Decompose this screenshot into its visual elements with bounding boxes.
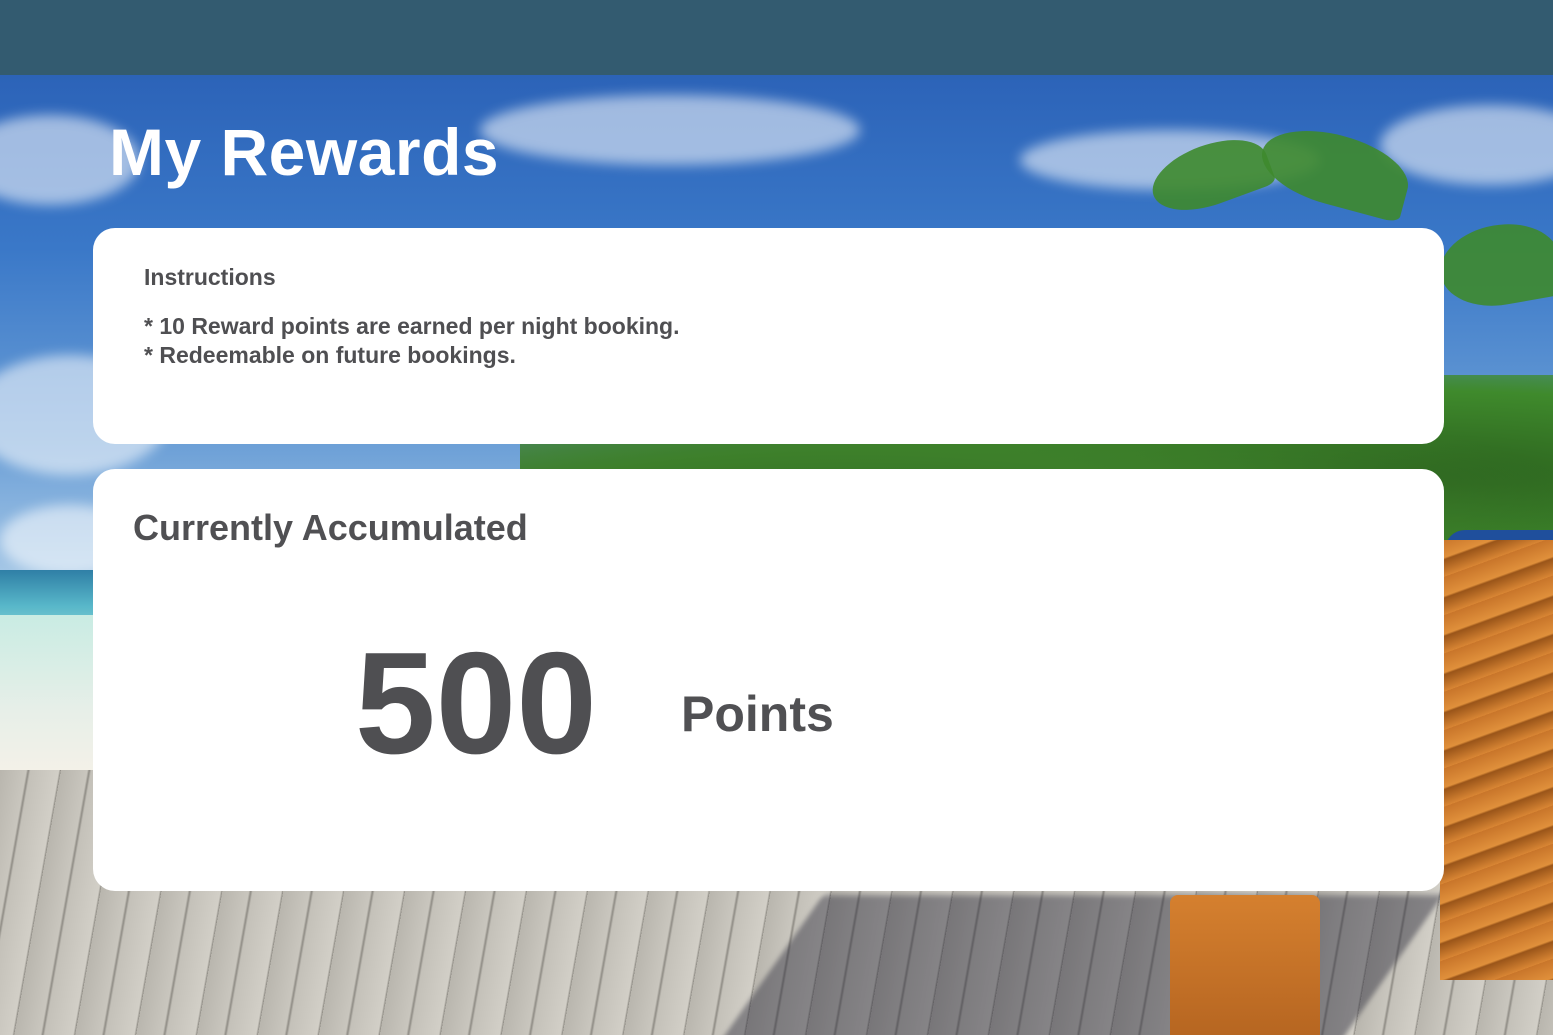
points-value: 500 — [355, 622, 597, 784]
instructions-heading: Instructions — [144, 264, 276, 290]
accumulated-points-card: Currently Accumulated 500 Points — [93, 469, 1444, 891]
top-navigation-bar — [0, 0, 1553, 75]
instruction-line: * Redeemable on future bookings. — [144, 342, 516, 368]
page-title: My Rewards — [109, 115, 500, 189]
rewards-page: My Rewards Instructions * 10 Reward poin… — [0, 0, 1553, 1035]
instructions-card: Instructions * 10 Reward points are earn… — [93, 228, 1444, 444]
accumulated-heading: Currently Accumulated — [133, 507, 528, 548]
instruction-line: * 10 Reward points are earned per night … — [144, 313, 680, 339]
points-unit-label: Points — [681, 686, 834, 742]
